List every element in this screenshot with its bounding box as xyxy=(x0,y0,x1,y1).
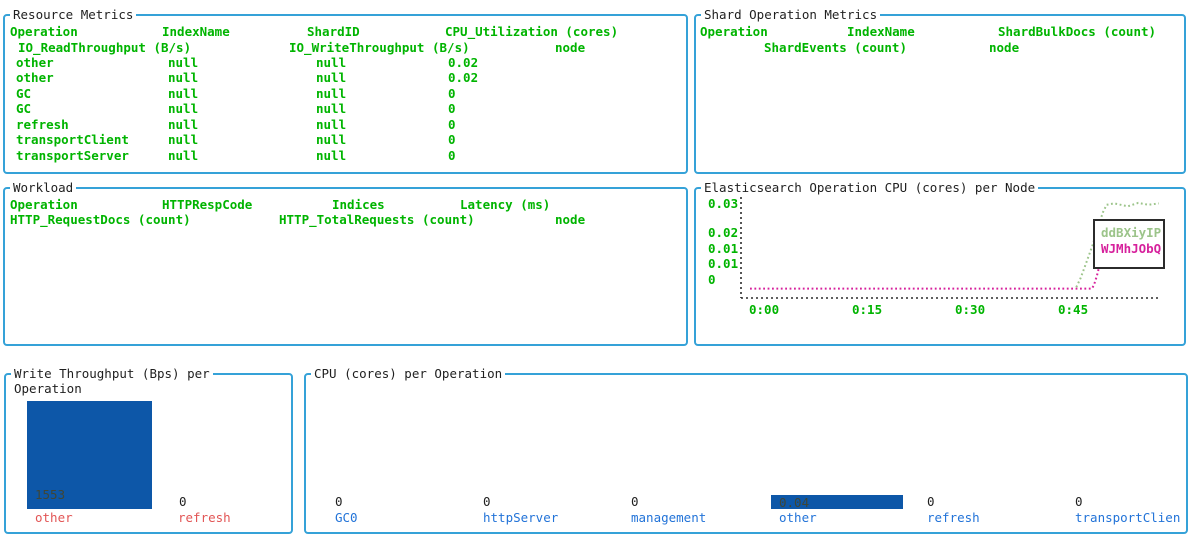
column-header: Operation xyxy=(10,198,78,212)
category-label: refresh xyxy=(927,511,980,525)
column-header: node xyxy=(555,213,585,227)
cell: null xyxy=(168,149,198,163)
cell: null xyxy=(316,118,346,132)
cell: 0 xyxy=(448,133,456,147)
column-header: Indices xyxy=(332,198,385,212)
category-label: management xyxy=(631,511,706,525)
panel-workload: Workload Operation HTTPRespCode Indices … xyxy=(3,187,688,346)
cell: 0 xyxy=(448,149,456,163)
cell: null xyxy=(168,133,198,147)
column-header: HTTP_RequestDocs (count) xyxy=(10,213,191,227)
bar-value: 0 xyxy=(335,495,343,509)
legend-entry-node-2: WJMhJObQ xyxy=(1101,241,1163,257)
bar-value: 0.04 xyxy=(779,496,809,510)
category-label: httpServer xyxy=(483,511,558,525)
panel-es-cpu-per-node: Elasticsearch Operation CPU (cores) per … xyxy=(694,187,1186,346)
tui-dashboard: Resource Metrics Operation IndexName Sha… xyxy=(0,0,1200,541)
column-header: HTTPRespCode xyxy=(162,198,252,212)
cell: 0 xyxy=(448,102,456,116)
cell: other xyxy=(16,56,54,70)
column-header: Latency (ms) xyxy=(460,198,550,212)
category-label: GC0 xyxy=(335,511,358,525)
cell: null xyxy=(168,87,198,101)
cell: null xyxy=(316,102,346,116)
column-header: node xyxy=(989,41,1019,55)
cell: null xyxy=(168,102,198,116)
cell: refresh xyxy=(16,118,69,132)
x-axis-label: 0:45 xyxy=(1058,303,1088,317)
panel-title: Write Throughput (Bps) per xyxy=(11,366,213,381)
panel-shard-operation-metrics: Shard Operation Metrics Operation IndexN… xyxy=(694,14,1186,174)
bar-value: 1553 xyxy=(35,488,65,502)
column-header: ShardID xyxy=(307,25,360,39)
cell: null xyxy=(316,149,346,163)
bar-value: 0 xyxy=(927,495,935,509)
cell: transportClient xyxy=(16,133,129,147)
chart-legend: ddBXiyIP WJMhJObQ xyxy=(1093,219,1165,269)
panel-title: Resource Metrics xyxy=(10,7,136,22)
bar-value: 0 xyxy=(483,495,491,509)
cell: GC xyxy=(16,87,31,101)
bar-value: 0 xyxy=(1075,495,1083,509)
category-label: transportClien xyxy=(1075,511,1180,525)
column-header: node xyxy=(555,41,585,55)
cell: null xyxy=(316,87,346,101)
panel-resource-metrics: Resource Metrics Operation IndexName Sha… xyxy=(3,14,688,174)
cell: 0 xyxy=(448,87,456,101)
cell: null xyxy=(168,118,198,132)
cell: GC xyxy=(16,102,31,116)
column-header: Operation xyxy=(10,25,78,39)
cell: 0.02 xyxy=(448,71,478,85)
column-header: IndexName xyxy=(162,25,230,39)
cell: null xyxy=(168,56,198,70)
cell: transportServer xyxy=(16,149,129,163)
column-header: IO_ReadThroughput (B/s) xyxy=(18,41,191,55)
column-header: ShardBulkDocs (count) xyxy=(998,25,1156,39)
column-header: ShardEvents (count) xyxy=(764,41,907,55)
column-header: Operation xyxy=(700,25,768,39)
cell: null xyxy=(316,56,346,70)
panel-title: Shard Operation Metrics xyxy=(701,7,880,22)
bar-value: 0 xyxy=(631,495,639,509)
category-label: other xyxy=(779,511,817,525)
cell: null xyxy=(168,71,198,85)
cell: null xyxy=(316,133,346,147)
x-axis-label: 0:15 xyxy=(852,303,882,317)
cell: null xyxy=(316,71,346,85)
column-header: CPU_Utilization (cores) xyxy=(445,25,618,39)
cell: 0.02 xyxy=(448,56,478,70)
cell: 0 xyxy=(448,118,456,132)
legend-entry-node-1: ddBXiyIP xyxy=(1101,225,1163,241)
x-axis-label: 0:00 xyxy=(749,303,779,317)
column-header: IO_WriteThroughput (B/s) xyxy=(289,41,470,55)
panel-title-line-2: Operation xyxy=(11,381,85,396)
cell: other xyxy=(16,71,54,85)
category-label: refresh xyxy=(178,511,231,525)
category-label: other xyxy=(35,511,73,525)
column-header: IndexName xyxy=(847,25,915,39)
panel-write-throughput: Write Throughput (Bps) per Operation 155… xyxy=(4,373,293,534)
panel-title: Workload xyxy=(10,180,76,195)
panel-title: CPU (cores) per Operation xyxy=(311,366,505,381)
column-header: HTTP_TotalRequests (count) xyxy=(279,213,475,227)
x-axis-label: 0:30 xyxy=(955,303,985,317)
panel-cpu-per-operation: CPU (cores) per Operation 0 0 0 0.04 0 0… xyxy=(304,373,1188,534)
bar-value: 0 xyxy=(179,495,187,509)
